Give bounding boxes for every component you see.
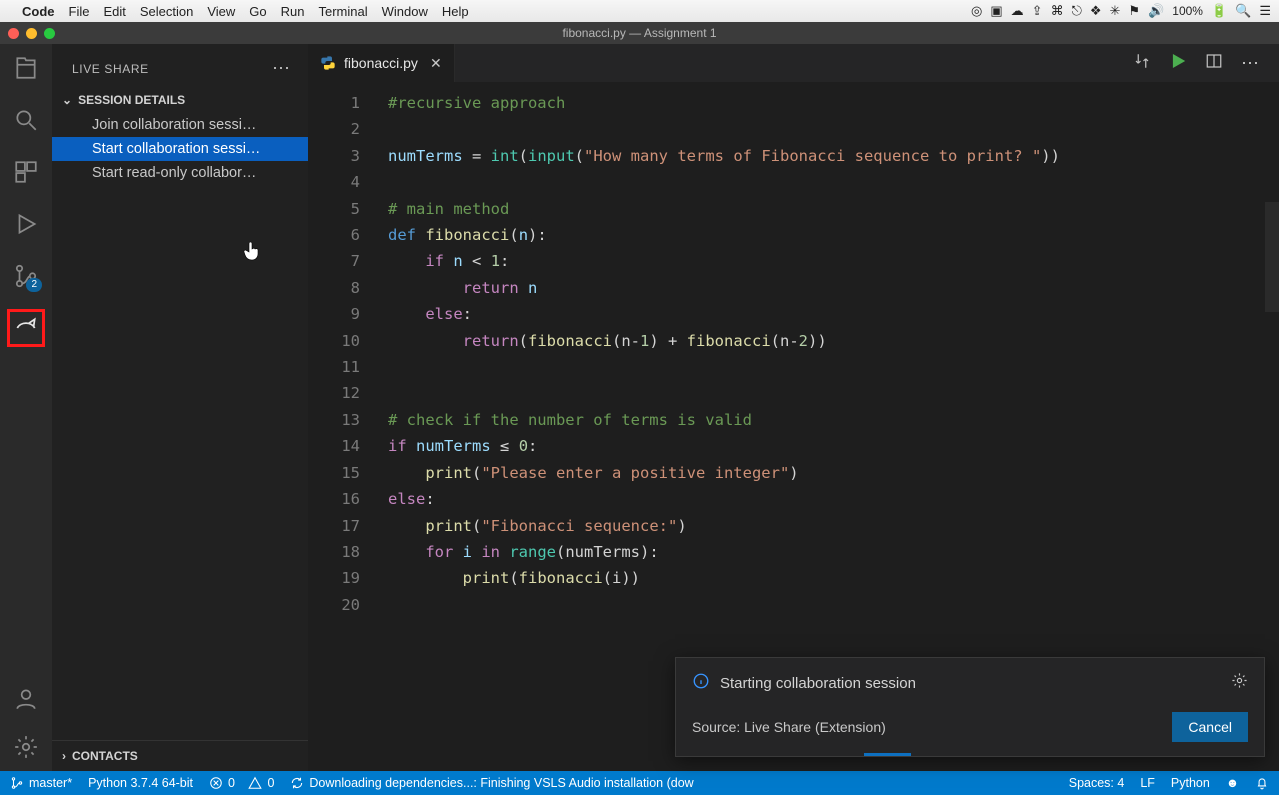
chevron-down-icon: ⌄ xyxy=(62,93,72,107)
status-branch[interactable]: master* xyxy=(10,776,72,790)
window-close-button[interactable] xyxy=(8,28,19,39)
window-minimize-button[interactable] xyxy=(26,28,37,39)
menu-view[interactable]: View xyxy=(207,4,235,19)
contacts-header[interactable]: › CONTACTS xyxy=(52,740,308,771)
info-icon xyxy=(692,672,710,694)
menu-terminal[interactable]: Terminal xyxy=(319,4,368,19)
menubar-status-icons: ◎▣☁︎ ⇪⌘⎋ ❖✳︎ ⚑🔊 100% 🔋🔍☰ xyxy=(971,3,1271,19)
notification-toast: Starting collaboration session Source: L… xyxy=(675,657,1265,757)
window-titlebar: fibonacci.py — Assignment 1 xyxy=(0,22,1279,44)
status-bar: master* Python 3.7.4 64-bit 0 0 Download… xyxy=(0,771,1279,795)
sidebar-title: LIVE SHARE xyxy=(72,62,149,76)
status-feedback-icon[interactable]: ☻ xyxy=(1226,776,1239,790)
extensions-icon[interactable] xyxy=(12,158,40,186)
cancel-button[interactable]: Cancel xyxy=(1172,712,1248,742)
status-eol[interactable]: LF xyxy=(1140,776,1155,790)
status-language[interactable]: Python xyxy=(1171,776,1210,790)
python-file-icon xyxy=(320,55,336,71)
session-details-header[interactable]: ⌄ SESSION DETAILS xyxy=(52,87,308,113)
cursor-hand-icon xyxy=(240,239,264,268)
source-control-icon[interactable]: 2 xyxy=(12,262,40,290)
tab-close-icon[interactable]: ✕ xyxy=(430,55,442,72)
notification-title: Starting collaboration session xyxy=(720,675,916,692)
run-file-icon[interactable] xyxy=(1169,52,1187,75)
status-spaces[interactable]: Spaces: 4 xyxy=(1069,776,1125,790)
status-bell-icon[interactable] xyxy=(1255,776,1269,790)
join-session-item[interactable]: Join collaboration sessi… xyxy=(52,113,308,137)
window-title: fibonacci.py — Assignment 1 xyxy=(562,26,716,40)
search-icon[interactable] xyxy=(12,106,40,134)
live-share-icon[interactable] xyxy=(12,314,40,342)
tab-label: fibonacci.py xyxy=(344,55,418,71)
menu-go[interactable]: Go xyxy=(249,4,266,19)
notification-progress xyxy=(676,753,1264,756)
status-problems[interactable]: 0 0 xyxy=(209,776,274,790)
status-python[interactable]: Python 3.7.4 64-bit xyxy=(88,776,193,790)
tab-bar: fibonacci.py ✕ ⋯ xyxy=(308,44,1279,82)
macos-menubar: Code File Edit Selection View Go Run Ter… xyxy=(0,0,1279,22)
menu-edit[interactable]: Edit xyxy=(103,4,125,19)
battery-percent: 100% xyxy=(1172,4,1203,18)
sidebar-panel: LIVE SHARE ⋯ ⌄ SESSION DETAILS Join coll… xyxy=(52,44,308,771)
scm-badge: 2 xyxy=(26,278,42,292)
activity-bar: 2 xyxy=(0,44,52,771)
app-name[interactable]: Code xyxy=(22,4,55,19)
minimap[interactable] xyxy=(1265,82,1279,771)
chevron-right-icon: › xyxy=(62,749,66,763)
account-icon[interactable] xyxy=(12,685,40,713)
tab-fibonacci[interactable]: fibonacci.py ✕ xyxy=(308,44,455,82)
split-editor-icon[interactable] xyxy=(1205,52,1223,75)
session-details-label: SESSION DETAILS xyxy=(78,93,185,107)
editor-group: fibonacci.py ✕ ⋯ 12345678910111213141516… xyxy=(308,44,1279,771)
start-session-item[interactable]: Start collaboration sessi… xyxy=(52,137,308,161)
status-background-task[interactable]: Downloading dependencies...: Finishing V… xyxy=(290,776,1052,790)
menu-window[interactable]: Window xyxy=(382,4,428,19)
window-maximize-button[interactable] xyxy=(44,28,55,39)
menu-run[interactable]: Run xyxy=(281,4,305,19)
line-gutter: 1234567891011121314151617181920 xyxy=(308,82,378,771)
menu-help[interactable]: Help xyxy=(442,4,469,19)
menu-file[interactable]: File xyxy=(69,4,90,19)
notification-settings-icon[interactable] xyxy=(1231,672,1248,694)
editor-more-icon[interactable]: ⋯ xyxy=(1241,53,1261,74)
sidebar-more-icon[interactable]: ⋯ xyxy=(272,58,292,79)
settings-gear-icon[interactable] xyxy=(12,733,40,761)
explorer-icon[interactable] xyxy=(12,54,40,82)
contacts-label: CONTACTS xyxy=(72,749,138,763)
run-debug-icon[interactable] xyxy=(12,210,40,238)
menu-selection[interactable]: Selection xyxy=(140,4,193,19)
notification-source: Source: Live Share (Extension) xyxy=(692,719,886,735)
start-readonly-session-item[interactable]: Start read-only collabor… xyxy=(52,161,308,185)
compare-changes-icon[interactable] xyxy=(1133,52,1151,75)
